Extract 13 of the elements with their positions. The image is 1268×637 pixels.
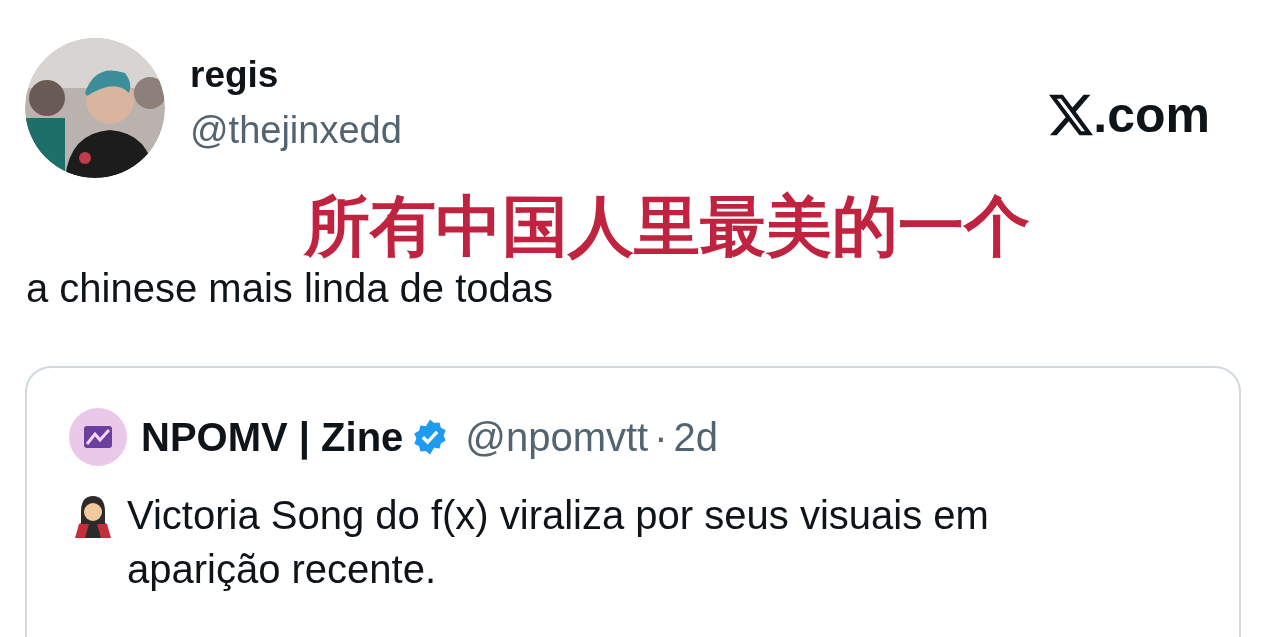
x-logo-icon: [1049, 94, 1094, 136]
annotation-text: 所有中国人里最美的一个: [304, 190, 1030, 262]
quote-text: Victoria Song do f(x) viraliza por seus visuais em aparição recente.: [127, 492, 990, 593]
author-name[interactable]: regis: [190, 54, 402, 96]
quote-author-name[interactable]: NPOMV | Zine: [141, 413, 404, 461]
quote-time[interactable]: 2d: [673, 413, 719, 461]
brand-text: .com: [1093, 90, 1210, 140]
logo-icon: [69, 408, 127, 466]
separator: ·: [654, 414, 668, 461]
quote-author-handle[interactable]: @npomvtt: [465, 413, 649, 461]
tweet-text: a chinese mais linda de todas: [26, 266, 553, 310]
quote-card[interactable]: NPOMV | Zine @npomvtt·2d Victoria Song do f(x) viraliza por seus visuais em aparição recente.: [25, 366, 1241, 637]
author-handle[interactable]: @thejinxedd: [190, 108, 402, 152]
